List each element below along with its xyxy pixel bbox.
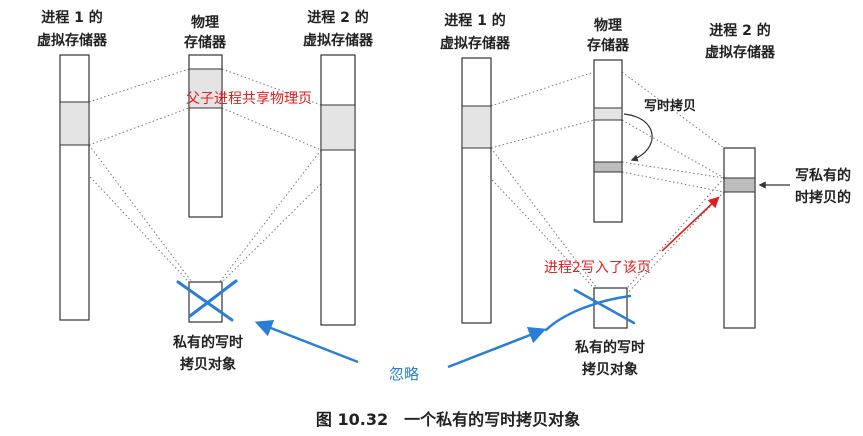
cow-diagram: 进程 1 的 虚拟存储器 物理 存储器 进程 2 的 虚拟存储器 父子进程共享物… [37,9,851,429]
copy-on-write-arrow [623,113,653,162]
figure-caption: 图 10.32 一个私有的写时拷贝对象 [316,410,580,429]
left-proc2-label-1: 进程 2 的 [307,9,369,26]
left-phys-mem [188,54,223,218]
right-proc2-vm [723,147,756,329]
write-arrow [661,196,720,252]
right-proc1-label-2: 虚拟存储器 [440,35,511,52]
left-private-object [176,279,238,323]
right-phys-label-2: 存储器 [587,37,630,54]
left-private-label-2: 拷贝对象 [180,356,236,373]
right-private-label-2: 拷贝对象 [582,361,638,378]
right-diagram: 进程 1 的 虚拟存储器 物理 存储器 进程 2 的 虚拟存储器 写时拷贝 写私… [440,12,851,378]
left-proc1-vm [59,54,90,321]
private-page-label-1: 写私有的 [795,167,851,184]
right-private-label-1: 私有的写时 [575,339,645,356]
ignore-label: 忽略 [389,365,419,383]
copy-note: 写时拷贝 [644,98,696,114]
left-shared-note: 父子进程共享物理页 [186,90,312,107]
left-proc1-label-1: 进程 1 的 [41,9,103,26]
right-private-object [544,287,636,332]
left-diagram: 进程 1 的 虚拟存储器 物理 存储器 进程 2 的 虚拟存储器 父子进程共享物… [37,9,374,373]
right-phys-label-1: 物理 [594,17,622,34]
left-phys-label-2: 存储器 [184,34,227,51]
write-note: 进程2写入了该页 [544,260,651,276]
left-proc1-label-2: 虚拟存储器 [37,32,108,49]
right-phys-mem [593,59,623,223]
left-private-label-1: 私有的写时 [173,334,243,351]
right-proc1-vm [461,57,492,324]
left-proc2-label-2: 虚拟存储器 [303,32,374,49]
right-proc2-label-1: 进程 2 的 [709,22,771,39]
right-proc1-label-1: 进程 1 的 [444,12,506,29]
right-proc2-label-2: 虚拟存储器 [705,44,776,61]
left-proc2-vm [320,54,356,326]
ignore-annotation: 忽略 [254,319,547,383]
private-page-label-2: 时拷贝的 [795,189,851,206]
figure-canvas: 进程 1 的 虚拟存储器 物理 存储器 进程 2 的 虚拟存储器 父子进程共享物… [0,0,863,436]
left-phys-label-1: 物理 [191,14,219,31]
